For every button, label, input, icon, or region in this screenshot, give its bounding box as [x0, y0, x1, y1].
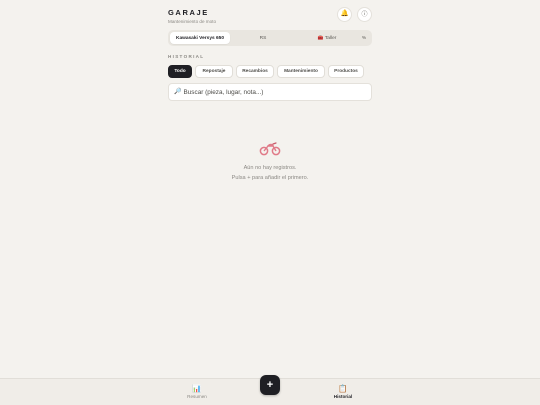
search-icon: 🔎	[174, 89, 182, 95]
app-container: GARAJE Mantenimiento de moto 🔔 ⓘ Kawasak…	[168, 0, 372, 405]
segment-bike[interactable]: Kawasaki Versys 650	[170, 32, 230, 44]
info-icon: ⓘ	[361, 10, 368, 18]
filter-chip-productos[interactable]: Productos	[328, 65, 364, 78]
bell-icon: 🔔	[340, 10, 349, 18]
motorcycle-icon	[259, 142, 281, 156]
segment-rs-label: RS	[259, 35, 267, 41]
segment-bike-label: Kawasaki Versys 650	[175, 35, 224, 41]
filter-chips: Todo Repostaje Recambios Mantenimiento P…	[168, 65, 364, 78]
filter-chip-mantenimiento[interactable]: Mantenimiento	[277, 65, 325, 78]
segment-rs[interactable]: RS	[230, 32, 296, 44]
filter-chip-todo[interactable]: Todo	[168, 65, 192, 78]
bar-chart-icon: 📊	[192, 384, 202, 393]
app-subtitle: Mantenimiento de moto	[168, 19, 217, 24]
search-input[interactable]	[183, 88, 364, 96]
add-record-button[interactable]: +	[260, 375, 280, 395]
segment-taller[interactable]: 🧰 Taller	[296, 32, 358, 44]
toolbox-icon: 🧰	[317, 35, 324, 40]
nav-historial[interactable]: 📋 Historial	[313, 384, 373, 399]
section-label-historial: HISTORIAL	[168, 54, 205, 59]
filter-chip-recambios[interactable]: Recambios	[236, 65, 274, 78]
empty-state: Aún no hay registros. Pulsa + para añadi…	[168, 140, 372, 183]
nav-resumen-label: Resumen	[187, 394, 207, 399]
empty-state-line-2: Pulsa + para añadir el primero.	[231, 174, 309, 181]
filter-chip-repostaje[interactable]: Repostaje	[195, 65, 233, 78]
app-title: GARAJE	[168, 8, 209, 17]
search-box: 🔎	[168, 83, 372, 101]
notifications-button[interactable]: 🔔	[337, 7, 352, 22]
empty-state-line-1: Aún no hay registros.	[243, 165, 297, 171]
nav-resumen[interactable]: 📊 Resumen	[167, 384, 227, 399]
segment-percent-label: %	[361, 35, 367, 41]
view-segment-bar: Kawasaki Versys 650 RS 🧰 Taller %	[168, 30, 372, 46]
segment-percent[interactable]: %	[358, 32, 370, 44]
nav-historial-label: Historial	[333, 394, 353, 399]
clipboard-icon: 📋	[338, 384, 348, 393]
info-button[interactable]: ⓘ	[357, 7, 372, 22]
segment-taller-label: Taller	[324, 35, 337, 41]
brand-header: GARAJE Mantenimiento de moto	[168, 8, 216, 24]
